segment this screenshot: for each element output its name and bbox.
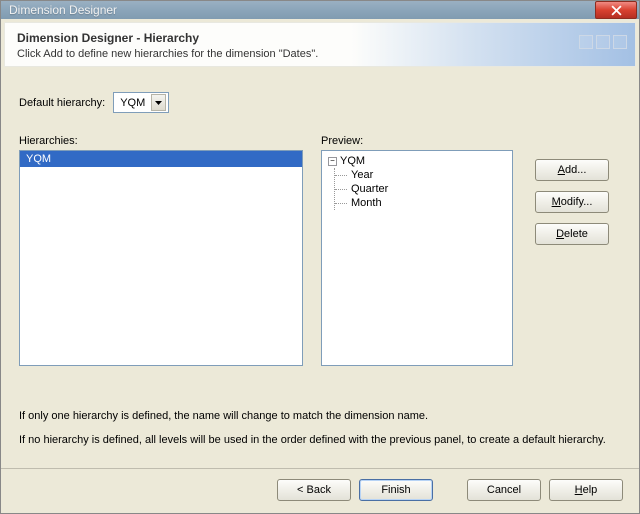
- tree-item[interactable]: Quarter: [341, 182, 510, 196]
- banner-subtitle: Click Add to define new hierarchies for …: [17, 48, 623, 60]
- window-title: Dimension Designer: [9, 3, 117, 17]
- modify-button[interactable]: Modify...: [535, 191, 609, 213]
- banner-decoration: [579, 35, 627, 49]
- note-line-2: If no hierarchy is defined, all levels w…: [19, 434, 621, 446]
- cancel-button[interactable]: Cancel: [467, 479, 541, 501]
- default-hierarchy-combobox[interactable]: YQM: [113, 92, 169, 113]
- dialog-body: Default hierarchy: YQM Hierarchies: YQM …: [1, 70, 639, 468]
- dimension-designer-window: Dimension Designer Dimension Designer - …: [0, 0, 640, 514]
- header-banner: Dimension Designer - Hierarchy Click Add…: [4, 22, 636, 67]
- preview-tree[interactable]: − YQM Year Quarter Month: [321, 150, 513, 366]
- tree-root[interactable]: − YQM: [324, 155, 510, 167]
- notes: If only one hierarchy is defined, the na…: [19, 406, 621, 458]
- finish-button[interactable]: Finish: [359, 479, 433, 501]
- banner-title: Dimension Designer - Hierarchy: [17, 31, 623, 45]
- tree-children: Year Quarter Month: [334, 168, 510, 210]
- hierarchies-panel: Hierarchies: YQM: [19, 135, 303, 366]
- back-button[interactable]: < Back: [277, 479, 351, 501]
- add-button[interactable]: Add...: [535, 159, 609, 181]
- hierarchies-listbox[interactable]: YQM: [19, 150, 303, 366]
- preview-label: Preview:: [321, 135, 513, 147]
- side-buttons: Add... Modify... Delete: [535, 135, 609, 366]
- preview-panel: Preview: − YQM Year Quarter Month: [321, 135, 513, 366]
- delete-button[interactable]: Delete: [535, 223, 609, 245]
- chevron-down-icon: [151, 94, 166, 111]
- close-icon: [611, 5, 622, 16]
- titlebar: Dimension Designer: [1, 1, 639, 19]
- default-hierarchy-value: YQM: [120, 97, 145, 109]
- help-button[interactable]: Help: [549, 479, 623, 501]
- footer-buttons: < Back Finish Cancel Help: [1, 468, 639, 513]
- panels-row: Hierarchies: YQM Preview: − YQM Year Qua…: [19, 135, 621, 366]
- note-line-1: If only one hierarchy is defined, the na…: [19, 410, 621, 422]
- close-button[interactable]: [595, 1, 637, 19]
- tree-collapse-icon[interactable]: −: [328, 157, 337, 166]
- tree-root-label: YQM: [340, 155, 365, 167]
- tree-item[interactable]: Year: [341, 168, 510, 182]
- default-hierarchy-row: Default hierarchy: YQM: [19, 92, 621, 113]
- tree-item[interactable]: Month: [341, 196, 510, 210]
- default-hierarchy-label: Default hierarchy:: [19, 97, 105, 109]
- list-item[interactable]: YQM: [20, 151, 302, 167]
- hierarchies-label: Hierarchies:: [19, 135, 303, 147]
